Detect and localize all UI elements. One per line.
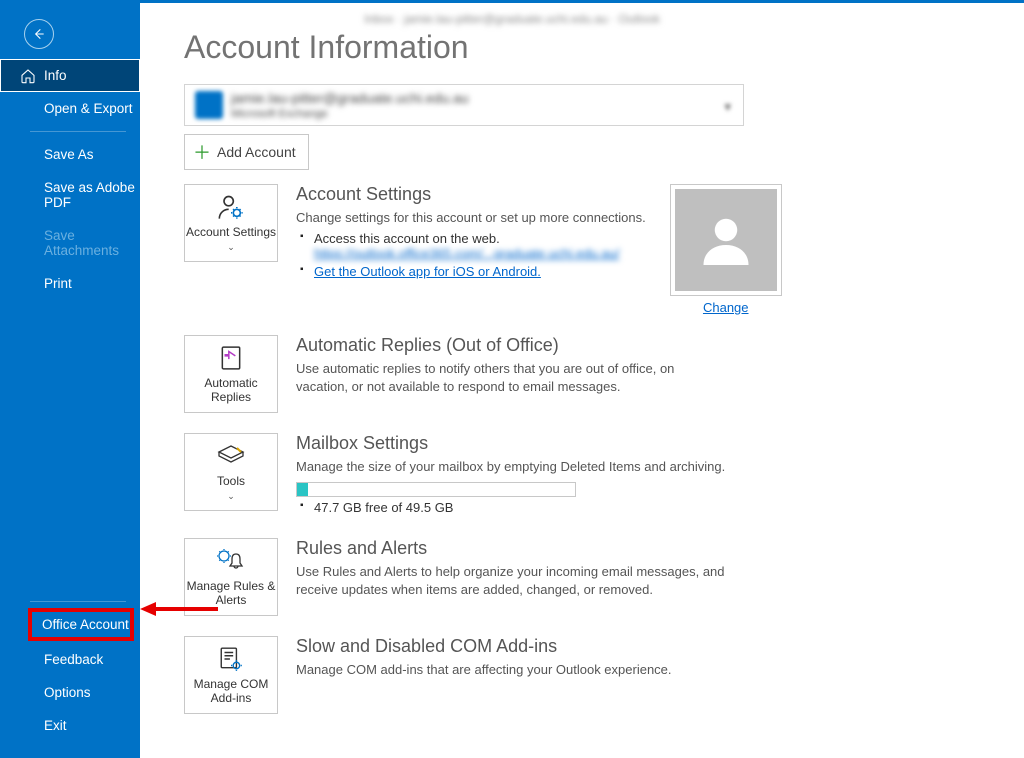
- mailbox-settings-heading: Mailbox Settings: [296, 433, 725, 454]
- sidebar-item-exit[interactable]: Exit: [0, 709, 140, 742]
- manage-com-addins-tile[interactable]: Manage COM Add-ins: [184, 636, 278, 714]
- annotation-arrow-icon: [140, 599, 220, 619]
- com-addins-heading: Slow and Disabled COM Add-ins: [296, 636, 672, 657]
- account-email: jamie.lau-pitter@graduate.uchi.edu.au: [231, 89, 469, 107]
- sidebar-item-save-attachments: Save Attachments: [0, 219, 140, 267]
- sidebar-item-feedback[interactable]: Feedback: [0, 643, 140, 676]
- home-icon: [20, 68, 36, 84]
- profile-picture-placeholder: [675, 189, 777, 291]
- account-settings-tile-icon: [217, 193, 245, 221]
- chevron-down-icon: ⌄: [227, 491, 235, 502]
- sidebar-item-info[interactable]: Info: [0, 59, 140, 92]
- auto-replies-heading: Automatic Replies (Out of Office): [296, 335, 726, 356]
- sidebar-item-office-account[interactable]: Office Account: [28, 608, 134, 641]
- chevron-down-icon: ⌄: [227, 242, 235, 253]
- com-addins-desc: Manage COM add-ins that are affecting yo…: [296, 661, 672, 679]
- page-title: Account Information: [184, 29, 1024, 66]
- chevron-down-icon: ▾: [724, 99, 731, 115]
- auto-replies-desc: Use automatic replies to notify others t…: [296, 360, 726, 396]
- tools-tile[interactable]: Tools ⌄: [184, 433, 278, 511]
- account-settings-desc: Change settings for this account or set …: [296, 209, 646, 227]
- change-picture-link[interactable]: Change: [703, 300, 749, 315]
- owa-link[interactable]: https://outlook.office365.com/...graduat…: [314, 246, 619, 261]
- com-addins-icon: [218, 645, 244, 673]
- main-content: Account Information jamie.lau-pitter@gra…: [140, 3, 1024, 758]
- rules-alerts-heading: Rules and Alerts: [296, 538, 736, 559]
- sidebar-item-save-as[interactable]: Save As: [0, 138, 140, 171]
- window-titlebar: Inbox · jamie.lau-pitter@graduate.uchi.e…: [0, 6, 1024, 32]
- mailbox-settings-desc: Manage the size of your mailbox by empty…: [296, 458, 725, 476]
- exchange-icon: [195, 91, 223, 119]
- account-selector-dropdown[interactable]: jamie.lau-pitter@graduate.uchi.edu.au Mi…: [184, 84, 744, 126]
- account-type: Microsoft Exchange: [231, 107, 469, 121]
- sidebar-item-open-export[interactable]: Open & Export: [0, 92, 140, 125]
- backstage-sidebar: Info Open & Export Save As Save as Adobe…: [0, 3, 140, 758]
- mobile-app-link[interactable]: Get the Outlook app for iOS or Android.: [314, 264, 541, 279]
- rules-alerts-desc: Use Rules and Alerts to help organize yo…: [296, 563, 736, 599]
- plus-icon: ＋: [193, 139, 211, 165]
- mailbox-usage-bar: [296, 482, 576, 497]
- sidebar-item-options[interactable]: Options: [0, 676, 140, 709]
- account-settings-tile[interactable]: Account Settings ⌄: [184, 184, 278, 262]
- account-settings-heading: Account Settings: [296, 184, 646, 205]
- sidebar-item-save-adobe-pdf[interactable]: Save as Adobe PDF: [0, 171, 140, 219]
- rules-alerts-icon: [216, 547, 246, 575]
- person-icon: [696, 210, 756, 270]
- nav-separator: [30, 601, 126, 602]
- add-account-button[interactable]: ＋ Add Account: [184, 134, 309, 170]
- tools-icon: [217, 442, 245, 470]
- automatic-replies-tile[interactable]: Automatic Replies: [184, 335, 278, 413]
- nav-separator: [30, 131, 126, 132]
- profile-picture-frame: [670, 184, 782, 296]
- auto-replies-icon: [218, 344, 244, 372]
- mailbox-free-space: 47.7 GB free of 49.5 GB: [296, 500, 725, 515]
- sidebar-item-print[interactable]: Print: [0, 267, 140, 300]
